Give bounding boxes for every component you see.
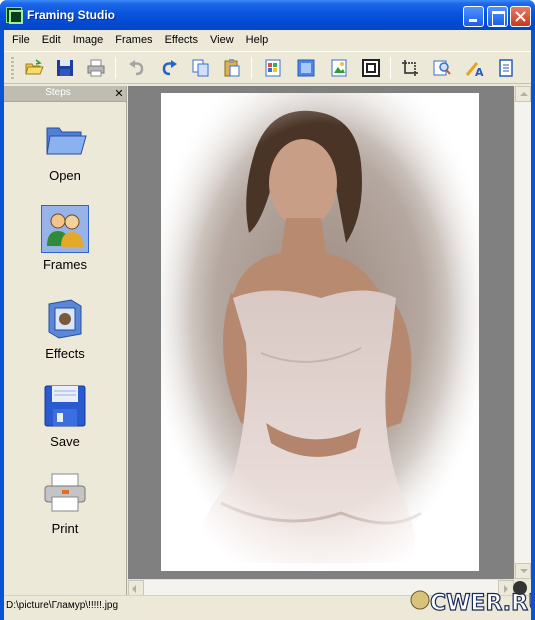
- toolbar-grip[interactable]: [11, 57, 14, 79]
- menu-view[interactable]: View: [204, 31, 240, 49]
- print-button[interactable]: [86, 58, 106, 78]
- steps-header: Steps ✕: [4, 86, 126, 102]
- step-open[interactable]: Open: [4, 116, 126, 200]
- redo-button[interactable]: [159, 58, 179, 78]
- paste-button[interactable]: [222, 58, 242, 78]
- framed-photo[interactable]: [161, 93, 479, 571]
- client-area: File Edit Image Frames Effects View Help: [4, 30, 535, 620]
- paste-icon: [224, 59, 240, 77]
- window-title: Framing Studio: [27, 8, 115, 22]
- document-icon: [499, 59, 513, 77]
- minimize-button[interactable]: [463, 6, 484, 27]
- step-label: Open: [49, 168, 81, 183]
- document-button[interactable]: [496, 58, 516, 78]
- step-frames[interactable]: Frames: [4, 205, 126, 289]
- effects-box-icon: [41, 294, 89, 342]
- save-button[interactable]: [55, 58, 75, 78]
- text-button[interactable]: A: [464, 58, 484, 79]
- menu-effects[interactable]: Effects: [159, 31, 204, 49]
- svg-text:A: A: [475, 66, 484, 78]
- save-icon: [57, 60, 73, 76]
- step-label: Print: [51, 521, 79, 536]
- toolbar-separator: [115, 57, 116, 79]
- toolbar: A: [4, 51, 531, 84]
- zoom-icon: [433, 60, 451, 76]
- undo-button[interactable]: [127, 58, 147, 78]
- watermark-logo: CWER.RU: [408, 578, 535, 617]
- open-icon: [25, 59, 44, 75]
- frames-people-icon: [41, 205, 89, 253]
- steps-panel: Steps ✕ Open Frames Effects Save Print: [4, 86, 127, 595]
- menu-help[interactable]: Help: [240, 31, 275, 49]
- copy-button[interactable]: [191, 58, 211, 78]
- close-button[interactable]: [510, 6, 531, 27]
- scroll-up-button[interactable]: [515, 86, 531, 102]
- menu-file[interactable]: File: [6, 31, 36, 49]
- effects-icon: [297, 59, 315, 77]
- vertical-scrollbar[interactable]: [514, 86, 531, 579]
- effects-button[interactable]: [296, 58, 316, 78]
- scroll-left-button[interactable]: [128, 580, 144, 596]
- watermark-text: CWER.RU: [430, 591, 531, 616]
- step-print[interactable]: Print: [4, 469, 126, 553]
- step-effects[interactable]: Effects: [4, 294, 126, 378]
- steps-title: Steps: [45, 87, 71, 98]
- copy-icon: [192, 59, 209, 77]
- close-icon: [515, 11, 526, 22]
- toolbar-separator: [390, 57, 391, 79]
- step-label: Effects: [45, 346, 85, 361]
- printer-icon: [41, 469, 89, 517]
- frames-icon: [265, 59, 281, 77]
- folder-icon: [41, 116, 89, 164]
- image-canvas[interactable]: [128, 86, 514, 579]
- title-bar[interactable]: Framing Studio: [0, 0, 535, 30]
- print-icon: [87, 59, 105, 77]
- step-save[interactable]: Save: [4, 382, 126, 466]
- image-button[interactable]: [329, 58, 349, 78]
- image-icon: [331, 59, 347, 77]
- menu-edit[interactable]: Edit: [36, 31, 67, 49]
- scroll-down-button[interactable]: [515, 563, 531, 579]
- steps-close-button[interactable]: ✕: [112, 86, 126, 101]
- maximize-button[interactable]: [487, 6, 508, 27]
- menu-bar: File Edit Image Frames Effects View Help: [4, 30, 531, 50]
- floppy-icon: [41, 382, 89, 430]
- file-path: D:\picture\Гламур\!!!!!.jpg: [6, 600, 119, 611]
- menu-frames[interactable]: Frames: [109, 31, 158, 49]
- step-label: Frames: [42, 257, 88, 272]
- crop-icon: [402, 60, 418, 76]
- undo-icon: [129, 60, 144, 76]
- crop-button[interactable]: [400, 58, 420, 78]
- zoom-button[interactable]: [432, 58, 452, 78]
- app-icon[interactable]: [6, 7, 23, 24]
- app-window: Framing Studio File Edit Image Frames Ef…: [0, 0, 535, 620]
- photo-image: [161, 93, 479, 571]
- status-bar: D:\picture\Гламур\!!!!!.jpg CWER.RU: [4, 581, 535, 617]
- step-label: Save: [50, 434, 80, 449]
- text-icon: A: [465, 62, 484, 79]
- border-button[interactable]: [361, 58, 381, 78]
- frames-button[interactable]: [263, 58, 283, 78]
- open-button[interactable]: [24, 58, 44, 78]
- menu-image[interactable]: Image: [67, 31, 110, 49]
- toolbar-separator: [251, 57, 252, 79]
- border-icon: [362, 59, 380, 77]
- redo-icon: [162, 60, 177, 76]
